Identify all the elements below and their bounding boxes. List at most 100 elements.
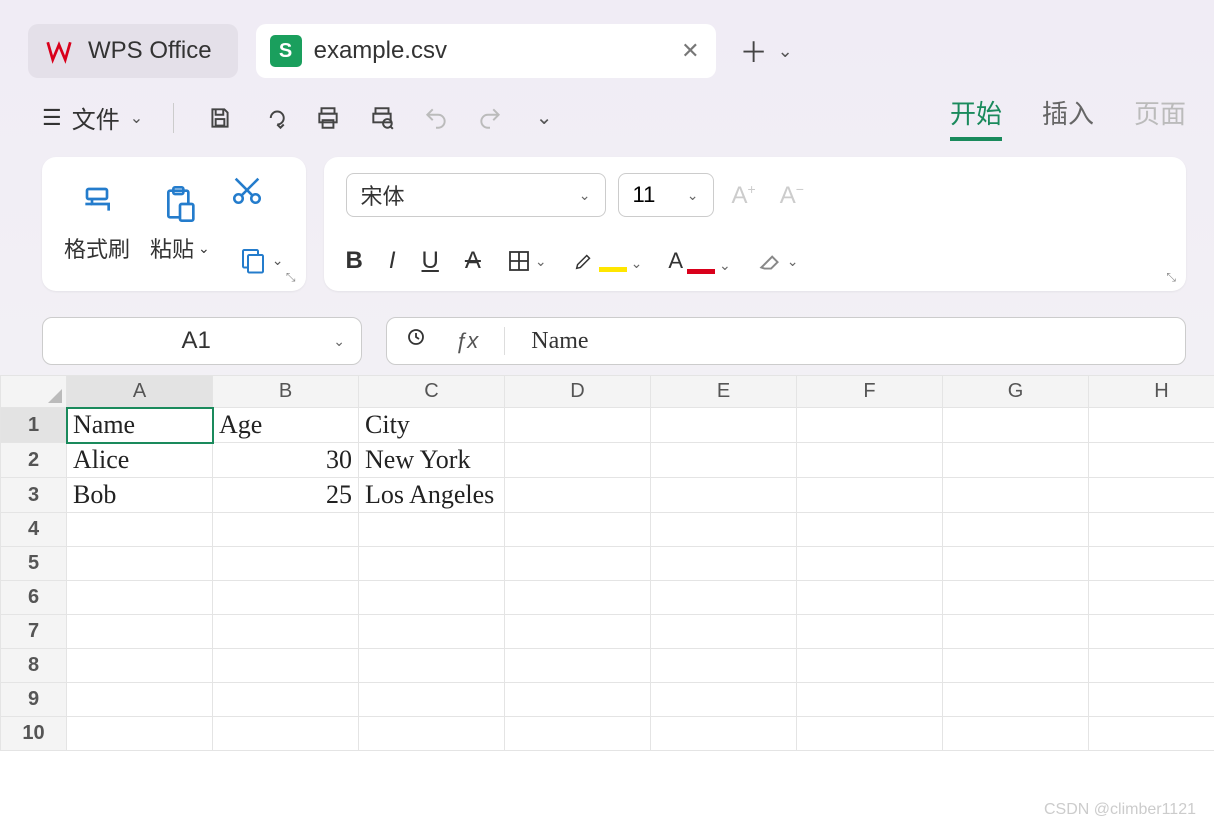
redo-button[interactable]: [474, 102, 506, 134]
cell[interactable]: [505, 581, 651, 615]
cell[interactable]: [213, 683, 359, 717]
column-header[interactable]: F: [797, 376, 943, 408]
cell[interactable]: [359, 547, 505, 581]
cell[interactable]: [67, 615, 213, 649]
ribbon-tab-page[interactable]: 页面: [1134, 94, 1186, 141]
cell[interactable]: [651, 649, 797, 683]
cell[interactable]: [505, 443, 651, 478]
group-launcher-clipboard[interactable]: ⤡: [286, 270, 296, 285]
cell[interactable]: Name: [67, 408, 213, 443]
row-header[interactable]: 5: [1, 547, 67, 581]
cell[interactable]: [1089, 478, 1214, 513]
cell[interactable]: [797, 547, 943, 581]
cell[interactable]: [651, 683, 797, 717]
cell[interactable]: [505, 683, 651, 717]
cell[interactable]: [505, 513, 651, 547]
cell[interactable]: [1089, 581, 1214, 615]
row-header[interactable]: 9: [1, 683, 67, 717]
column-header[interactable]: H: [1089, 376, 1214, 408]
column-header[interactable]: E: [651, 376, 797, 408]
borders-button[interactable]: ⌄: [507, 249, 547, 273]
cell[interactable]: [213, 547, 359, 581]
cell[interactable]: [651, 513, 797, 547]
column-header[interactable]: G: [943, 376, 1089, 408]
cell[interactable]: [943, 408, 1089, 443]
new-tab-button[interactable]: ＋: [740, 31, 768, 71]
trace-icon[interactable]: [405, 326, 429, 357]
cell[interactable]: [1089, 443, 1214, 478]
cell[interactable]: [359, 581, 505, 615]
share-button[interactable]: [258, 102, 290, 134]
column-header[interactable]: D: [505, 376, 651, 408]
cell[interactable]: [67, 717, 213, 751]
cell[interactable]: [1089, 649, 1214, 683]
name-box[interactable]: A1 ⌄: [42, 317, 362, 365]
cell[interactable]: [651, 615, 797, 649]
cell[interactable]: [1089, 683, 1214, 717]
cell[interactable]: [651, 581, 797, 615]
cell[interactable]: [359, 615, 505, 649]
cell[interactable]: [1089, 717, 1214, 751]
cell[interactable]: [943, 581, 1089, 615]
ribbon-tab-insert[interactable]: 插入: [1042, 94, 1094, 141]
cell[interactable]: [67, 547, 213, 581]
decrease-font-size-button[interactable]: A−: [774, 181, 810, 210]
cell[interactable]: [1089, 615, 1214, 649]
row-header[interactable]: 4: [1, 513, 67, 547]
cell[interactable]: [797, 581, 943, 615]
cell[interactable]: [213, 513, 359, 547]
row-header[interactable]: 6: [1, 581, 67, 615]
cell[interactable]: [67, 513, 213, 547]
cell[interactable]: [943, 478, 1089, 513]
cell[interactable]: [359, 649, 505, 683]
cell[interactable]: [651, 547, 797, 581]
cell[interactable]: [505, 649, 651, 683]
cell[interactable]: Age: [213, 408, 359, 443]
cell[interactable]: [67, 649, 213, 683]
cell[interactable]: [797, 513, 943, 547]
cell[interactable]: [1089, 513, 1214, 547]
cell[interactable]: [213, 649, 359, 683]
cell[interactable]: 25: [213, 478, 359, 513]
column-header[interactable]: B: [213, 376, 359, 408]
highlight-color-button[interactable]: ⌄: [573, 250, 643, 272]
column-header[interactable]: C: [359, 376, 505, 408]
cell[interactable]: [505, 615, 651, 649]
cell[interactable]: New York: [359, 443, 505, 478]
cell[interactable]: 30: [213, 443, 359, 478]
row-header[interactable]: 1: [1, 408, 67, 443]
strikethrough-button[interactable]: A: [465, 247, 481, 275]
cut-button[interactable]: [230, 173, 264, 207]
underline-button[interactable]: U: [422, 247, 439, 275]
increase-font-size-button[interactable]: A+: [726, 181, 762, 210]
row-header[interactable]: 8: [1, 649, 67, 683]
bold-button[interactable]: B: [346, 247, 363, 275]
cell[interactable]: [213, 717, 359, 751]
cell[interactable]: [797, 478, 943, 513]
close-tab-button[interactable]: ✕: [677, 34, 703, 68]
italic-button[interactable]: I: [389, 247, 396, 275]
format-painter-button[interactable]: 格式刷: [64, 184, 130, 264]
group-launcher-font[interactable]: ⤡: [1166, 270, 1176, 285]
cell[interactable]: [651, 408, 797, 443]
file-menu-button[interactable]: ☰ 文件 ⌄: [42, 100, 143, 135]
copy-button[interactable]: ⌄: [238, 245, 284, 275]
cell[interactable]: [505, 717, 651, 751]
cell[interactable]: [505, 478, 651, 513]
save-button[interactable]: [204, 102, 236, 134]
spreadsheet[interactable]: ABCDEFGH1NameAgeCity2Alice30New York3Bob…: [0, 375, 1214, 827]
cell[interactable]: Los Angeles: [359, 478, 505, 513]
eraser-button[interactable]: ⌄: [757, 248, 799, 274]
cell[interactable]: [359, 717, 505, 751]
cell[interactable]: [213, 581, 359, 615]
cell[interactable]: [797, 615, 943, 649]
font-color-button[interactable]: A ⌄: [668, 248, 730, 274]
document-tab[interactable]: S example.csv ✕: [256, 24, 716, 78]
row-header[interactable]: 2: [1, 443, 67, 478]
print-button[interactable]: [312, 102, 344, 134]
fx-icon[interactable]: ƒx: [455, 328, 478, 354]
select-all-cell[interactable]: [1, 376, 67, 408]
cell[interactable]: [943, 513, 1089, 547]
tab-list-dropdown[interactable]: ⌄: [778, 41, 793, 62]
ribbon-tab-start[interactable]: 开始: [950, 94, 1002, 141]
